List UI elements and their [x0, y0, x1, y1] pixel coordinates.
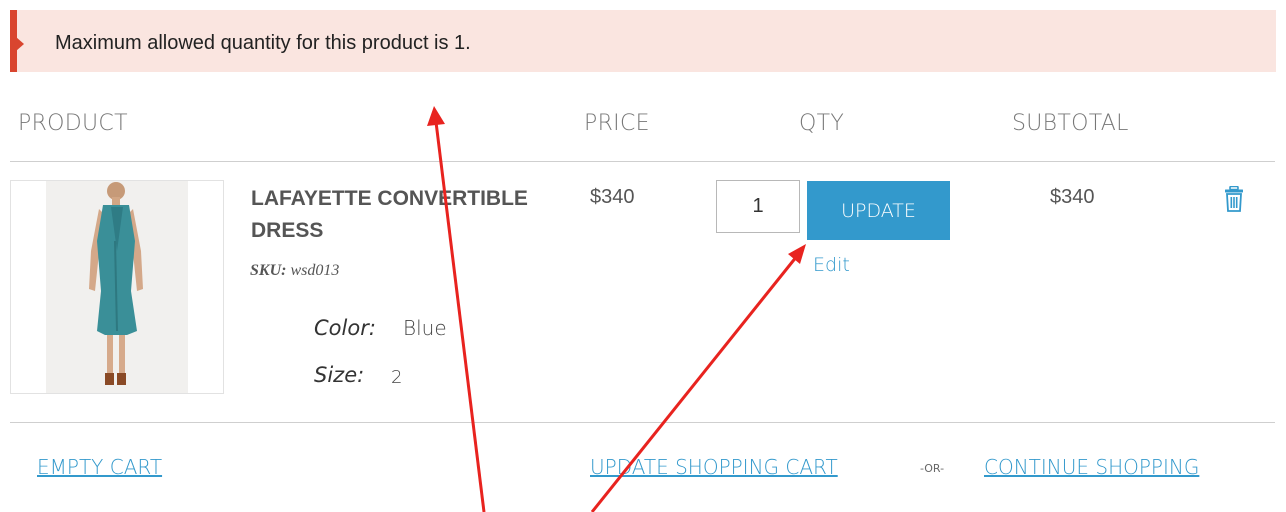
item-subtotal: $340: [1050, 186, 1095, 208]
trash-icon[interactable]: [1224, 185, 1244, 217]
error-marker: [16, 37, 24, 51]
edit-item-link[interactable]: Edit: [813, 254, 850, 276]
annotation-arrowhead-message: [427, 106, 445, 126]
sku-value: wsd013: [290, 262, 340, 279]
footer-divider: [10, 422, 1275, 423]
option-size-value: 2: [391, 367, 403, 388]
item-price: $340: [590, 186, 635, 208]
continue-shopping-link[interactable]: CONTINUE SHOPPING: [984, 455, 1199, 479]
update-qty-button[interactable]: UPDATE: [807, 181, 950, 240]
qty-input[interactable]: [716, 180, 800, 233]
header-subtotal: SUBTOTAL: [1012, 111, 1129, 136]
header-divider: [10, 161, 1275, 162]
option-color-value: Blue: [403, 316, 447, 340]
header-qty: QTY: [799, 111, 845, 136]
product-image[interactable]: [10, 180, 224, 394]
product-name[interactable]: LAFAYETTE CONVERTIBLE DRESS: [251, 183, 551, 247]
option-color-label: Color:: [314, 316, 376, 340]
error-message: Maximum allowed quantity for this produc…: [10, 10, 1276, 72]
annotation-arrowhead-update: [788, 244, 806, 264]
option-size-label: Size:: [314, 363, 365, 387]
product-sku: SKU: wsd013: [250, 262, 339, 280]
empty-cart-link[interactable]: EMPTY CART: [37, 455, 162, 479]
header-price: PRICE: [584, 111, 650, 136]
header-product: PRODUCT: [18, 111, 128, 136]
sku-label: SKU:: [250, 262, 287, 279]
shopping-cart-page: Maximum allowed quantity for this produc…: [0, 0, 1286, 512]
or-separator: -OR-: [920, 462, 945, 475]
update-shopping-cart-link[interactable]: UPDATE SHOPPING CART: [590, 455, 838, 479]
error-message-text: Maximum allowed quantity for this produc…: [55, 32, 471, 54]
